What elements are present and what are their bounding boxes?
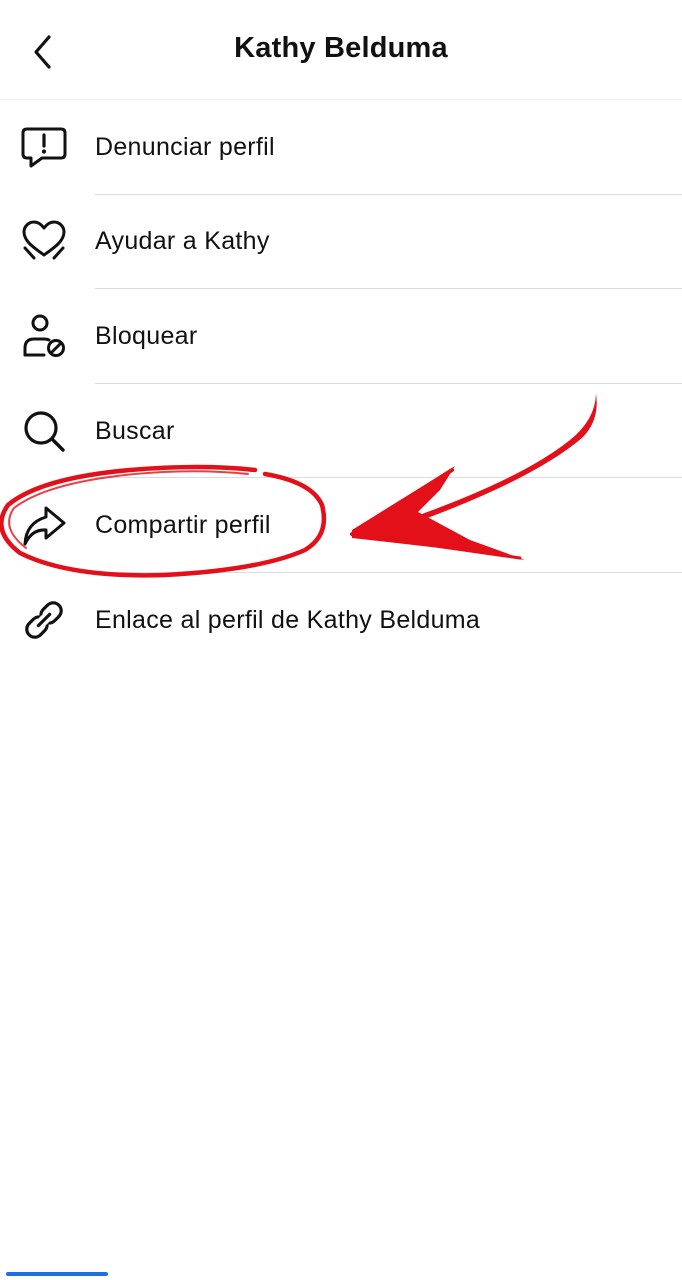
profile-options-screen: Kathy Belduma Denunciar perfil Ayudar a … [0, 0, 682, 1280]
page-title: Kathy Belduma [234, 32, 448, 64]
link-icon [18, 594, 70, 646]
menu-item-block[interactable]: Bloquear [0, 289, 682, 384]
menu-item-label: Enlace al perfil de Kathy Belduma [95, 605, 481, 634]
menu-item-label: Buscar [95, 416, 175, 445]
header-bar: Kathy Belduma [0, 0, 682, 100]
block-user-icon [18, 310, 70, 362]
share-arrow-icon [18, 500, 70, 552]
menu-item-help[interactable]: Ayudar a Kathy [0, 195, 682, 290]
heart-hands-icon [18, 216, 70, 268]
menu-item-label: Ayudar a Kathy [95, 227, 270, 256]
search-icon [18, 405, 70, 457]
menu-item-report[interactable]: Denunciar perfil [0, 100, 682, 195]
options-menu: Denunciar perfil Ayudar a Kathy Bloquear… [0, 100, 682, 668]
menu-item-search[interactable]: Buscar [0, 384, 682, 479]
report-bubble-icon [18, 121, 70, 173]
menu-item-label: Compartir perfil [95, 511, 271, 540]
menu-item-label: Denunciar perfil [95, 132, 275, 161]
bottom-tab-indicator [6, 1272, 108, 1276]
menu-item-profile-link[interactable]: Enlace al perfil de Kathy Belduma [0, 573, 682, 668]
menu-item-share[interactable]: Compartir perfil [0, 478, 682, 573]
menu-item-label: Bloquear [95, 321, 198, 350]
